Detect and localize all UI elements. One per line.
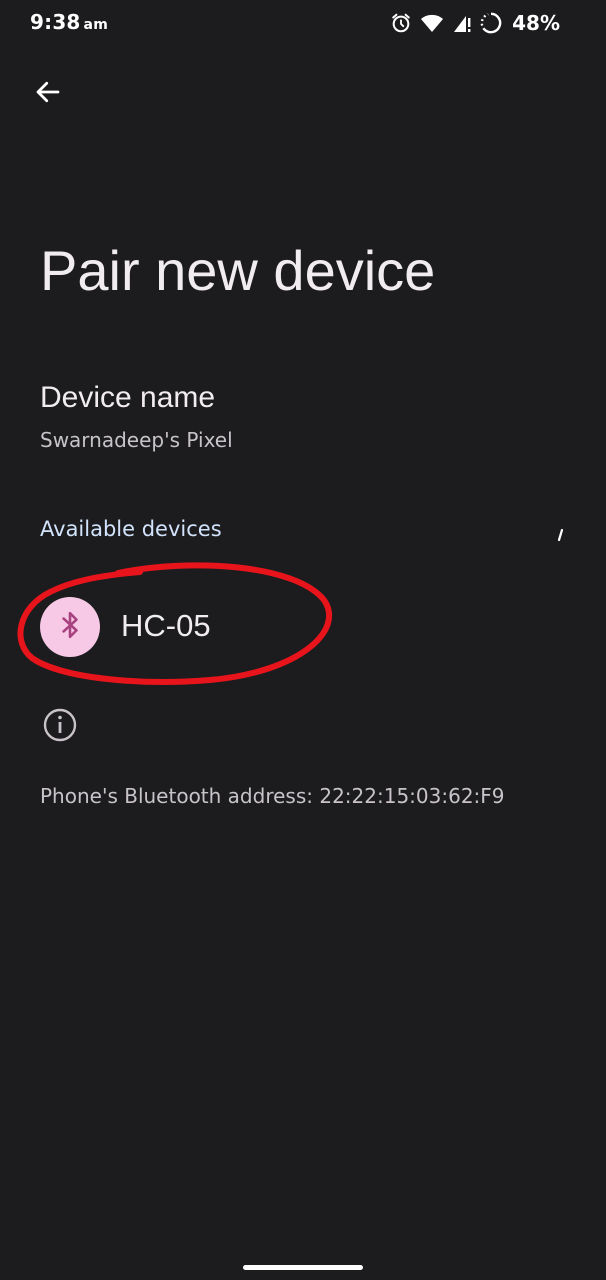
- back-button[interactable]: [26, 72, 70, 116]
- home-indicator[interactable]: [243, 1265, 363, 1270]
- bluetooth-icon: [57, 610, 83, 644]
- info-icon: [42, 707, 78, 743]
- wifi-icon: [420, 12, 444, 34]
- arrow-left-icon: [33, 77, 63, 111]
- device-icon: [40, 597, 100, 657]
- status-icons: 48%: [390, 10, 560, 36]
- battery-percent: 48%: [512, 11, 560, 35]
- page-title: Pair new device: [40, 239, 436, 302]
- cellular-signal-icon: [452, 12, 472, 34]
- available-devices-header: Available devices: [40, 517, 222, 541]
- device-item-hc-05[interactable]: HC-05: [0, 560, 606, 690]
- status-bar: 9:38 am 48%: [0, 0, 606, 50]
- bluetooth-address-text: Phone's Bluetooth address: 22:22:15:03:6…: [40, 784, 505, 808]
- scanning-indicator: [556, 527, 564, 542]
- status-clock: 9:38 am: [30, 10, 108, 34]
- clock-time: 9:38: [30, 10, 81, 34]
- clock-ampm: am: [83, 17, 108, 33]
- alarm-icon: [390, 12, 412, 34]
- device-label: HC-05: [121, 608, 211, 643]
- device-name-value: Swarnadeep's Pixel: [40, 428, 233, 452]
- battery-saver-icon: [480, 12, 502, 34]
- device-name-setting[interactable]: Device name: [40, 381, 215, 415]
